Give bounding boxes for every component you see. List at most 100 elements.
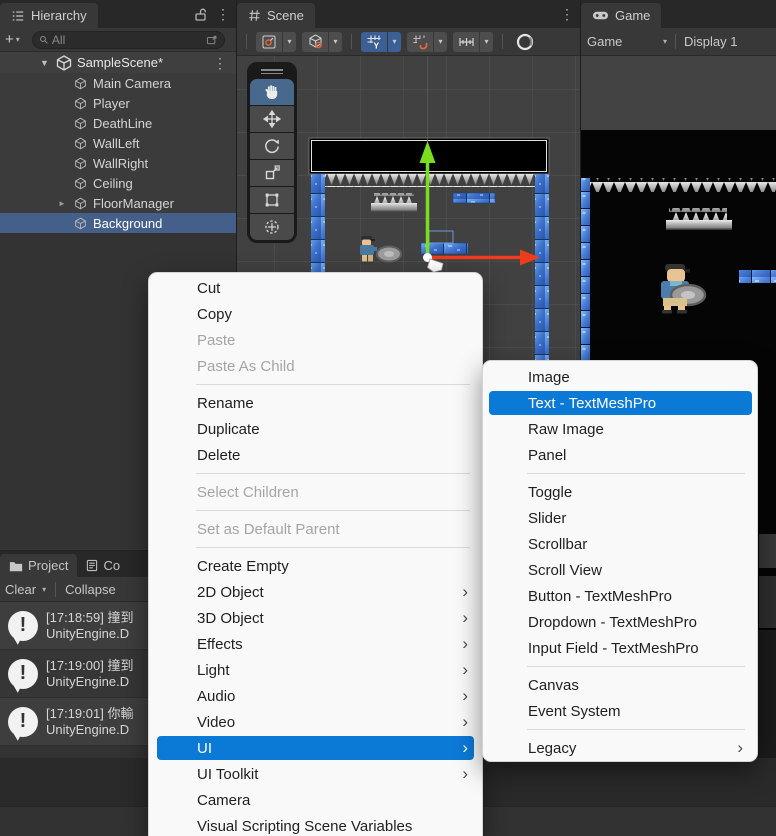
hierarchy-item[interactable]: ► FloorManager (0, 193, 236, 213)
foldout-icon[interactable]: ► (58, 199, 74, 208)
context-menu-item[interactable]: UI › (149, 735, 482, 761)
grid-snap-toggle[interactable]: ▾ (407, 31, 447, 52)
context-menu-item[interactable]: Create Empty › (149, 553, 482, 579)
hierarchy-item[interactable]: ► Background (0, 213, 236, 233)
menu-item-label: Paste As Child (197, 357, 295, 375)
grid-snap-icon[interactable] (407, 31, 433, 52)
display-dropdown[interactable]: Display 1 (684, 34, 737, 49)
context-menu-item[interactable]: Visual Scripting Scene Variables › (149, 813, 482, 836)
hierarchy-item[interactable]: ► WallRight (0, 153, 236, 173)
submenu-item[interactable]: Event System › (483, 698, 757, 724)
draw-mode-dropdown[interactable]: ▾ (283, 31, 296, 52)
rect-tool-button[interactable] (250, 187, 294, 213)
rotate-tool-button[interactable] (250, 133, 294, 159)
shading-dropdown[interactable]: ▾ (329, 31, 342, 52)
hierarchy-context-menu: Cut › Copy › Paste › Paste As Child › › (148, 272, 483, 836)
context-menu-item[interactable]: Video › (149, 709, 482, 735)
submenu-item[interactable]: Input Field - TextMeshPro › (483, 635, 757, 661)
hierarchy-item[interactable]: ► Player (0, 93, 236, 113)
grid-size-button[interactable]: ▾ (453, 31, 493, 52)
scale-tool-button[interactable] (250, 160, 294, 186)
tab-project[interactable]: Project (0, 554, 78, 577)
submenu-item[interactable]: Dropdown - TextMeshPro › (483, 609, 757, 635)
game-view-dropdown[interactable]: Game ▾ (587, 34, 667, 49)
menu-item-label: Video (197, 713, 236, 731)
gameobject-cube-icon (74, 117, 87, 130)
hierarchy-item[interactable]: ► WallLeft (0, 133, 236, 153)
menu-item-label: UI Toolkit (197, 765, 259, 783)
scene-panel-kebab-icon[interactable]: ⋮ (560, 7, 574, 21)
context-menu-item[interactable]: Delete › (149, 442, 482, 468)
tab-console[interactable]: Co (77, 554, 129, 577)
lock-open-icon[interactable] (194, 7, 207, 21)
submenu-item[interactable]: Slider › (483, 505, 757, 531)
context-menu-item[interactable]: Light › (149, 657, 482, 683)
hierarchy-item[interactable]: ► Main Camera (0, 73, 236, 93)
context-menu-item[interactable]: Duplicate › (149, 416, 482, 442)
dropdown-icon: ▾ (662, 37, 667, 46)
submenu-item[interactable]: Text - TextMeshPro › (483, 390, 757, 416)
context-menu-item[interactable]: 2D Object › (149, 579, 482, 605)
scene-header-row[interactable]: ▼ SampleScene* ⋮ (0, 52, 236, 73)
tab-hierarchy[interactable]: Hierarchy (0, 3, 98, 28)
draw-mode-button[interactable]: ▾ (256, 31, 296, 52)
shading-mode-button[interactable]: ▾ (302, 31, 342, 52)
context-menu-item: Paste As Child › (149, 353, 482, 379)
palette-drag-handle[interactable] (250, 65, 294, 78)
open-search-window-icon[interactable] (206, 34, 218, 46)
rect-tool-icon (265, 193, 279, 207)
hierarchy-item[interactable]: ► Ceiling (0, 173, 236, 193)
menu-item-label: Copy (197, 305, 233, 323)
submenu-item[interactable]: Scrollbar › (483, 531, 757, 557)
context-menu-item[interactable]: UI Toolkit › (149, 761, 482, 787)
submenu-item[interactable]: Toggle › (483, 479, 757, 505)
ruler-icon[interactable] (453, 31, 479, 52)
scale-icon (265, 165, 280, 180)
clear-dropdown-icon[interactable]: ▾ (42, 585, 46, 594)
hierarchy-item[interactable]: ► DeathLine (0, 113, 236, 133)
draw-mode-icon[interactable] (256, 31, 282, 52)
context-menu-item[interactable]: 3D Object › (149, 605, 482, 631)
transform-tool-button[interactable] (250, 214, 294, 240)
clear-button[interactable]: Clear (5, 582, 36, 597)
scene-kebab-menu-icon[interactable]: ⋮ (213, 56, 227, 70)
transform-tool-icon (265, 220, 279, 234)
context-menu-item[interactable]: Audio › (149, 683, 482, 709)
hierarchy-item-label: Player (93, 95, 130, 111)
submenu-item[interactable]: Raw Image › (483, 416, 757, 442)
render-doodad-icon[interactable] (516, 33, 534, 51)
grid-y-icon[interactable]: Y (361, 31, 387, 52)
grid-size-dropdown[interactable]: ▾ (480, 31, 493, 52)
grid-snap-dropdown[interactable]: ▾ (434, 31, 447, 52)
context-menu-item[interactable]: Camera › (149, 787, 482, 813)
shaded-cube-icon[interactable] (302, 31, 328, 52)
submenu-item[interactable]: Legacy › (483, 735, 757, 761)
hand-tool-button[interactable] (250, 79, 294, 105)
ui-submenu: Image › Text - TextMeshPro › Raw Image ›… (482, 360, 758, 762)
grid-axis-dropdown[interactable]: ▾ (388, 31, 401, 52)
hierarchy-kebab-menu-icon[interactable]: ⋮ (216, 7, 230, 21)
move-tool-button[interactable] (250, 106, 294, 132)
tab-game[interactable]: Game (581, 3, 662, 28)
submenu-item[interactable]: Image › (483, 364, 757, 390)
context-menu-item[interactable]: Effects › (149, 631, 482, 657)
context-menu-item[interactable]: Cut › (149, 275, 482, 301)
menu-item-label: Panel (528, 446, 567, 464)
context-menu-item[interactable]: Rename › (149, 390, 482, 416)
context-menu-item[interactable]: Copy › (149, 301, 482, 327)
hierarchy-search-field[interactable] (51, 32, 204, 47)
grid-axis-toggle[interactable]: Y ▾ (361, 31, 401, 52)
submenu-item[interactable]: Panel › (483, 442, 757, 468)
submenu-item[interactable]: Canvas › (483, 672, 757, 698)
submenu-item[interactable]: Scroll View › (483, 557, 757, 583)
tab-scene[interactable]: Scene (237, 3, 315, 28)
log-message-icon: ! (8, 610, 38, 641)
submenu-item[interactable]: Button - TextMeshPro › (483, 583, 757, 609)
scene-foldout-icon[interactable]: ▼ (40, 58, 56, 68)
create-object-button[interactable]: + ▾ (5, 31, 20, 48)
menu-separator: › (149, 505, 482, 516)
rotate-icon (265, 139, 279, 154)
hierarchy-item-label: WallLeft (93, 135, 140, 151)
hierarchy-search-input[interactable] (31, 30, 225, 49)
collapse-button[interactable]: Collapse (65, 582, 116, 597)
